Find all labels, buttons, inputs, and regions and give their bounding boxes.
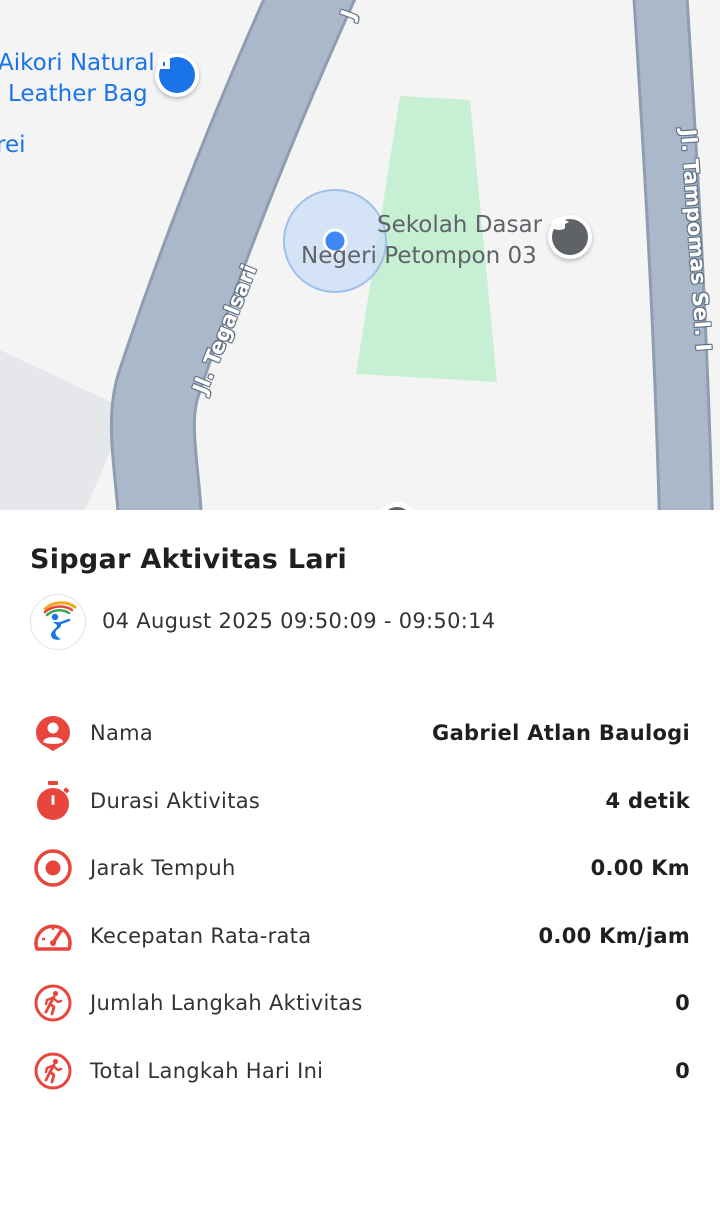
stopwatch-icon (31, 779, 75, 823)
poi-bag-line2: Leather Bag (8, 81, 148, 107)
stat-row-total-langkah: Total Langkah Hari Ini 0 (30, 1051, 690, 1091)
activity-datetime: 04 August 2025 09:50:09 - 09:50:14 (102, 609, 496, 633)
stat-label-total-langkah: Total Langkah Hari Ini (90, 1059, 324, 1083)
stat-value-jumlah-langkah: 0 (675, 991, 690, 1015)
app-logo (30, 594, 86, 650)
stat-value-nama: Gabriel Atlan Baulogi (432, 721, 690, 745)
running-icon (31, 1049, 75, 1093)
school-pin[interactable] (548, 215, 592, 259)
poi-bag-label[interactable]: Aikori Natural Leather Bag (0, 48, 155, 110)
shopping-bag-icon (158, 53, 195, 93)
stat-label-jarak: Jarak Tempuh (90, 856, 236, 880)
stat-label-durasi: Durasi Aktivitas (90, 789, 261, 813)
speedometer-icon (31, 914, 75, 958)
shopping-pin[interactable] (155, 53, 199, 97)
stat-label-nama: Nama (90, 721, 154, 745)
person-pin-icon (31, 711, 75, 755)
stat-label-kecepatan: Kecepatan Rata-rata (90, 924, 312, 948)
building-block (0, 350, 128, 510)
stat-row-kecepatan: Kecepatan Rata-rata 0.00 Km/jam (30, 916, 690, 956)
poi-partial-line2: i (0, 161, 26, 181)
poi-school-line1: Sekolah Dasar (377, 212, 543, 238)
poi-school-line2: Negeri Petompon 03 (301, 243, 537, 269)
map-view[interactable]: Aikori Natural Leather Bag rei i Sekolah… (0, 0, 720, 510)
stat-value-jarak: 0.00 Km (590, 856, 690, 880)
runner-logo-icon (43, 601, 77, 640)
poi-partial-line1: rei (0, 132, 26, 158)
activity-title: Sipgar Aktivitas Lari (30, 544, 348, 575)
stat-value-durasi: 4 detik (605, 789, 690, 813)
stat-row-jarak: Jarak Tempuh 0.00 Km (30, 848, 690, 888)
stat-row-durasi: Durasi Aktivitas 4 detik (30, 781, 690, 821)
stat-value-kecepatan: 0.00 Km/jam (538, 924, 690, 948)
poi-bag-line1: Aikori Natural (0, 50, 155, 76)
poi-school-label[interactable]: Sekolah Dasar Negeri Petompon 03 (301, 210, 543, 272)
stat-row-jumlah-langkah: Jumlah Langkah Aktivitas 0 (30, 983, 690, 1023)
target-icon (31, 846, 75, 890)
road-tampomas (635, 0, 711, 510)
running-icon (31, 981, 75, 1025)
stat-row-nama: Nama Gabriel Atlan Baulogi (30, 713, 690, 753)
graduation-cap-icon (549, 217, 588, 255)
activity-sheet: Sipgar Aktivitas Lari 04 August 2025 09:… (0, 510, 720, 1206)
stat-label-jumlah-langkah: Jumlah Langkah Aktivitas (90, 991, 363, 1015)
poi-partial-label[interactable]: rei i (0, 130, 26, 181)
stat-value-total-langkah: 0 (675, 1059, 690, 1083)
